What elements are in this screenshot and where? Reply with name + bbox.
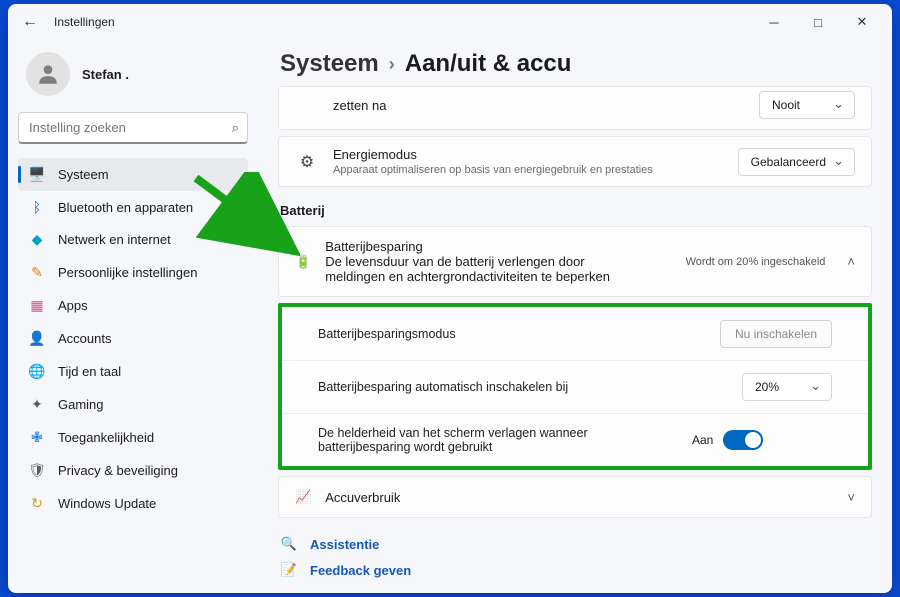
power-mode-title: Energiemodus (333, 147, 724, 162)
battery-usage-title: Accuverbruik (325, 490, 833, 505)
saver-auto-row: Batterijbesparing automatisch inschakele… (282, 360, 868, 413)
accounts-icon: 👤 (28, 330, 46, 347)
feedback-icon: 📝 (280, 562, 298, 578)
sidebar-item-accounts[interactable]: 👤 Accounts (18, 322, 248, 355)
search-box[interactable]: ⌕ (18, 112, 248, 144)
system-icon: 🖥️ (28, 166, 46, 183)
sidebar-item-label: Windows Update (58, 496, 156, 511)
battery-saver-expander: 🔋 Batterijbesparing De levensduur van de… (278, 226, 872, 297)
sidebar-item-label: Gaming (58, 397, 104, 412)
sidebar-item-privacy[interactable]: 🛡 Privacy & beveiliging (18, 454, 248, 487)
power-mode-icon: ⚙ (295, 152, 319, 172)
page-header: Systeem › Aan/uit & accu (280, 50, 872, 78)
content-pane: Systeem › Aan/uit & accu zetten na Nooit… (258, 40, 892, 593)
minimize-button[interactable]: ─ (752, 7, 796, 37)
gaming-icon: ✦ (28, 396, 46, 413)
sidebar-item-label: Toegankelijkheid (58, 430, 154, 445)
search-input[interactable] (27, 119, 232, 136)
battery-saver-header[interactable]: 🔋 Batterijbesparing De levensduur van de… (279, 227, 871, 296)
highlighted-region: Batterijbesparingsmodus Nu inschakelen B… (278, 303, 872, 470)
settings-window: ← Instellingen ─ □ ✕ Stefan . ⌕ 🖥️ Systee… (8, 4, 892, 593)
saver-mode-label: Batterijbesparingsmodus (318, 327, 706, 341)
sidebar-item-update[interactable]: ↻ Windows Update (18, 487, 248, 520)
sidebar-item-label: Apps (58, 298, 88, 313)
back-button[interactable]: ← (16, 13, 44, 31)
page-title: Aan/uit & accu (405, 50, 572, 78)
battery-saver-sub: De levensduur van de batterij verlengen … (325, 254, 645, 284)
saver-mode-row: Batterijbesparingsmodus Nu inschakelen (282, 307, 868, 360)
saver-threshold-dropdown[interactable]: 20% (742, 373, 832, 401)
sidebar-item-label: Privacy & beveiliging (58, 463, 178, 478)
saver-brightness-row: De helderheid van het scherm verlagen wa… (282, 413, 868, 466)
feedback-label: Feedback geven (310, 563, 411, 578)
battery-section-label: Batterij (280, 203, 872, 218)
chevron-down-icon: ˅ (847, 490, 855, 505)
window-title: Instellingen (54, 15, 115, 29)
sidebar-item-gaming[interactable]: ✦ Gaming (18, 388, 248, 421)
feedback-link[interactable]: 📝 Feedback geven (280, 562, 872, 578)
toggle-state-label: Aan (692, 433, 713, 447)
brightness-toggle[interactable] (723, 430, 763, 450)
titlebar: ← Instellingen ─ □ ✕ (8, 4, 892, 40)
sleep-dropdown[interactable]: Nooit (759, 91, 855, 119)
sidebar-nav: 🖥️ Systeem ᛒ Bluetooth en apparaten ◆ Netwerk… (18, 158, 248, 520)
sidebar: Stefan . ⌕ 🖥️ Systeem ᛒ Bluetooth en appara… (8, 40, 258, 593)
help-links: 🔍 Assistentie 📝 Feedback geven (278, 536, 872, 578)
power-mode-dropdown[interactable]: Gebalanceerd (738, 148, 855, 176)
sidebar-item-label: Systeem (58, 167, 109, 182)
accessibility-icon: ✙ (28, 429, 46, 446)
sidebar-item-label: Bluetooth en apparaten (58, 200, 193, 215)
power-mode-card[interactable]: ⚙ Energiemodus Apparaat optimaliseren op… (278, 136, 872, 187)
sidebar-item-label: Accounts (58, 331, 111, 346)
sidebar-item-label: Tijd en taal (58, 364, 121, 379)
sidebar-item-personalization[interactable]: ✎ Persoonlijke instellingen (18, 256, 248, 289)
maximize-button[interactable]: □ (796, 7, 840, 37)
sidebar-item-label: Netwerk en internet (58, 232, 171, 247)
battery-icon: 🔋 (295, 254, 311, 270)
search-icon: ⌕ (232, 120, 239, 136)
sidebar-item-time-language[interactable]: 🌐 Tijd en taal (18, 355, 248, 388)
power-mode-sub: Apparaat optimaliseren op basis van ener… (333, 164, 724, 176)
sidebar-item-network[interactable]: ◆ Netwerk en internet (18, 223, 248, 256)
chevron-up-icon: ˄ (847, 254, 855, 269)
privacy-icon: 🛡 (28, 462, 46, 479)
help-icon: 🔍 (280, 536, 298, 552)
close-button[interactable]: ✕ (840, 7, 884, 37)
sidebar-item-bluetooth[interactable]: ᛒ Bluetooth en apparaten (18, 191, 248, 223)
sidebar-item-system[interactable]: 🖥️ Systeem (18, 158, 248, 191)
profile[interactable]: Stefan . (18, 46, 248, 106)
update-icon: ↻ (28, 495, 46, 512)
profile-name: Stefan . (82, 67, 129, 82)
battery-saver-status: Wordt om 20% ingeschakeld (686, 256, 826, 268)
window-controls: ─ □ ✕ (752, 7, 884, 37)
assistance-label: Assistentie (310, 537, 379, 552)
personalization-icon: ✎ (28, 264, 46, 281)
sidebar-item-label: Persoonlijke instellingen (58, 265, 197, 280)
saver-brightness-label: De helderheid van het scherm verlagen wa… (318, 426, 678, 454)
chevron-right-icon: › (389, 54, 395, 75)
sleep-title: zetten na (333, 98, 745, 113)
time-language-icon: 🌐 (28, 363, 46, 380)
network-icon: ◆ (28, 231, 46, 248)
breadcrumb-parent[interactable]: Systeem (280, 50, 379, 78)
assistance-link[interactable]: 🔍 Assistentie (280, 536, 872, 552)
turn-on-now-button[interactable]: Nu inschakelen (720, 320, 832, 348)
chart-icon: 📈 (295, 489, 311, 505)
sidebar-item-apps[interactable]: ▦ Apps (18, 289, 248, 322)
apps-icon: ▦ (28, 297, 46, 314)
sidebar-item-accessibility[interactable]: ✙ Toegankelijkheid (18, 421, 248, 454)
bluetooth-icon: ᛒ (28, 199, 46, 215)
battery-saver-title: Batterijbesparing (325, 239, 671, 254)
saver-auto-label: Batterijbesparing automatisch inschakele… (318, 380, 728, 394)
avatar (26, 52, 70, 96)
battery-usage-expander[interactable]: 📈 Accuverbruik ˅ (278, 476, 872, 518)
sleep-card[interactable]: zetten na Nooit (278, 86, 872, 130)
